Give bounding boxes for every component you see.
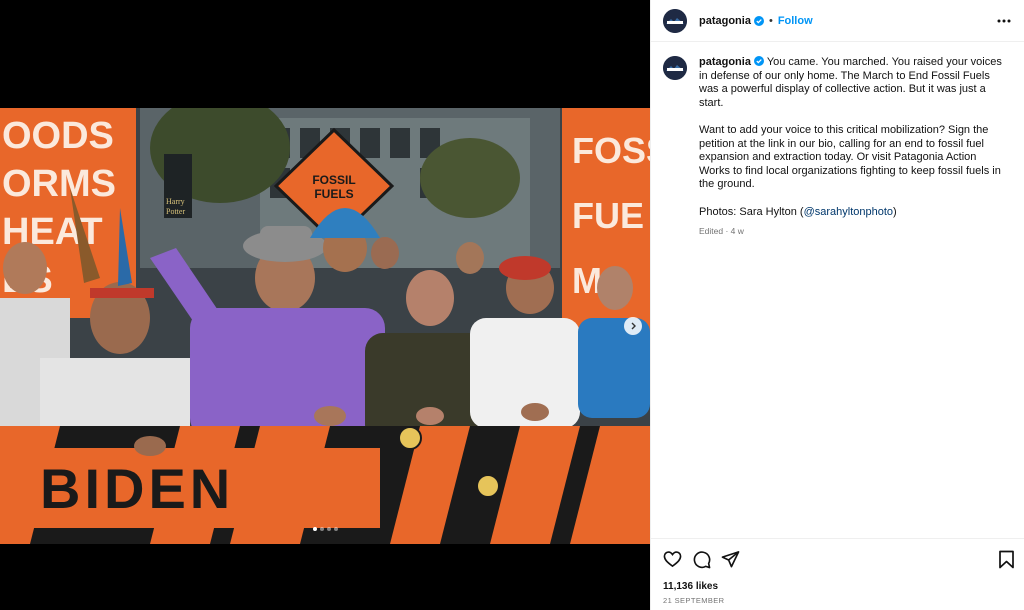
carousel-dot-1[interactable]: [312, 527, 317, 531]
verified-badge-icon: [753, 15, 764, 26]
caption-body: patagonia You came. You marched. You rai…: [699, 56, 1009, 236]
harry-potter-line-2: Potter: [166, 207, 185, 216]
caption-username[interactable]: patagonia: [699, 56, 751, 68]
post-side-panel: patagonia • Follow patagonia You came. Y…: [650, 0, 1024, 610]
left-sign-line-1: OODS: [2, 115, 114, 157]
post-actions: 11,136 likes 21 SEPTEMBER: [651, 538, 1024, 610]
comment-icon[interactable]: [692, 550, 711, 569]
carousel-dot-3[interactable]: [326, 527, 331, 531]
separator-dot: •: [768, 14, 773, 27]
follow-button[interactable]: Follow: [778, 15, 813, 27]
chevron-right-icon: [631, 322, 636, 330]
bookmark-icon[interactable]: [998, 550, 1015, 569]
post-date: 21 SEPTEMBER: [663, 596, 725, 605]
username-link[interactable]: patagonia: [699, 15, 751, 27]
action-icons: [663, 550, 740, 569]
march-photo-illustration: OODS ORMS HEAT ES Harry Potter FOSSIL FU…: [0, 108, 650, 544]
left-sign-line-2: ORMS: [2, 163, 116, 205]
right-sign-line-2: FUE: [572, 195, 644, 236]
post-photo[interactable]: OODS ORMS HEAT ES Harry Potter FOSSIL FU…: [0, 108, 650, 544]
avatar[interactable]: [663, 8, 687, 33]
caption-avatar[interactable]: [663, 56, 687, 80]
instagram-post-modal: OODS ORMS HEAT ES Harry Potter FOSSIL FU…: [0, 0, 1024, 610]
photo-credit: Photos: Sara Hylton (@sarahyltonphoto): [699, 206, 1009, 220]
caption-text: patagonia You came. You marched. You rai…: [699, 56, 1009, 219]
edited-timestamp: Edited · 4 w: [699, 226, 744, 237]
share-icon[interactable]: [721, 550, 740, 569]
verified-badge-icon: [753, 56, 764, 66]
heart-icon[interactable]: [663, 550, 682, 569]
right-sign-line-3: M: [572, 260, 602, 301]
more-options-icon[interactable]: [996, 14, 1012, 28]
credit-suffix: ): [893, 205, 897, 218]
right-sign-line-1: FOSS: [572, 130, 650, 171]
caption: patagonia You came. You marched. You rai…: [651, 42, 1024, 236]
media-viewer: OODS ORMS HEAT ES Harry Potter FOSSIL FU…: [0, 0, 650, 610]
carousel-next-button[interactable]: [624, 317, 642, 335]
carousel-dot-4[interactable]: [333, 527, 338, 531]
banner-text: BIDEN: [40, 457, 234, 520]
carousel-dots: [0, 527, 650, 531]
diamond-sign-line-1: FOSSIL: [312, 173, 355, 187]
credit-prefix: Photos: Sara Hylton (: [699, 205, 804, 218]
harry-potter-line-1: Harry: [166, 197, 185, 206]
caption-paragraph-2: Want to add your voice to this critical …: [699, 123, 1001, 191]
carousel-dot-2[interactable]: [319, 527, 324, 531]
photographer-mention-link[interactable]: @sarahyltonphoto: [804, 206, 893, 218]
diamond-sign-line-2: FUELS: [314, 187, 353, 201]
likes-count[interactable]: 11,136 likes: [663, 581, 718, 592]
post-header: patagonia • Follow: [651, 0, 1024, 42]
patagonia-logo-icon: [663, 56, 687, 80]
patagonia-logo-icon: [663, 8, 687, 33]
